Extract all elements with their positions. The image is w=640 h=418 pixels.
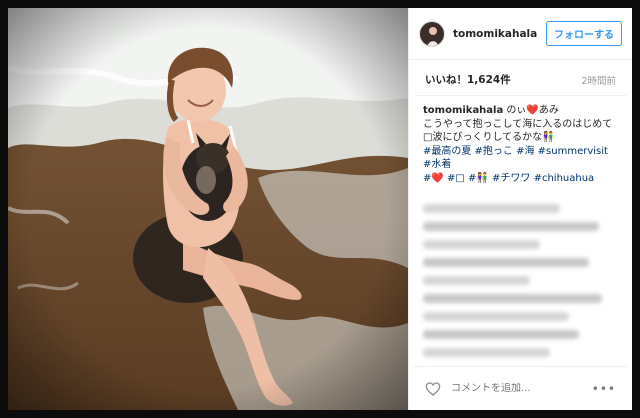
post-side-panel: tomomikahala フォローする いいね！1,624件 2時間前 tomo…: [408, 8, 632, 410]
blurred-comment-line: [423, 330, 579, 339]
hashtags-line-1[interactable]: #最高の夏 #抱っこ #海 #summervisit #水着: [423, 146, 608, 171]
caption-line-2: こうやって抱っこして海に入るのはじめて: [423, 118, 613, 130]
heart-outline-icon[interactable]: [425, 381, 441, 397]
post-header: tomomikahala フォローする: [409, 8, 632, 60]
beach-photo-illustration: [8, 8, 408, 410]
likes-row: いいね！1,624件 2時間前: [415, 60, 626, 96]
post-photo[interactable]: [8, 8, 408, 410]
caption-username[interactable]: tomomikahala: [423, 105, 503, 116]
blurred-comment-line: [423, 312, 570, 321]
caption-line-1: のぃ❤️あみ: [506, 105, 559, 116]
hashtags-line-2[interactable]: #❤️ #□ #👫 #チワワ #chihuahua: [423, 173, 594, 184]
blurred-comment-line: [423, 240, 540, 249]
post-time[interactable]: 2時間前: [581, 73, 616, 87]
more-options-icon[interactable]: •••: [592, 382, 616, 396]
avatar-image: [420, 21, 444, 46]
avatar[interactable]: [419, 20, 445, 47]
username-link[interactable]: tomomikahala: [453, 28, 546, 40]
blurred-comment-line: [423, 348, 550, 357]
caption: tomomikahala のぃ❤️あみ こうやって抱っこして海に入るのはじめて …: [409, 96, 632, 185]
blurred-comment-line: [423, 294, 603, 303]
blurred-comment-line: [423, 204, 560, 213]
likes-count[interactable]: いいね！1,624件: [425, 72, 511, 87]
blurred-comment-line: [423, 276, 531, 285]
comment-bar: •••: [413, 366, 628, 410]
blurred-comments: [409, 185, 632, 366]
caption-line-3: □波にびっくりしてるかな👫: [423, 132, 555, 143]
comment-input[interactable]: [451, 383, 592, 394]
blurred-comment-line: [423, 222, 599, 231]
blurred-comment-line: [423, 258, 589, 267]
post-modal: tomomikahala フォローする いいね！1,624件 2時間前 tomo…: [8, 8, 632, 410]
follow-button[interactable]: フォローする: [546, 21, 622, 46]
